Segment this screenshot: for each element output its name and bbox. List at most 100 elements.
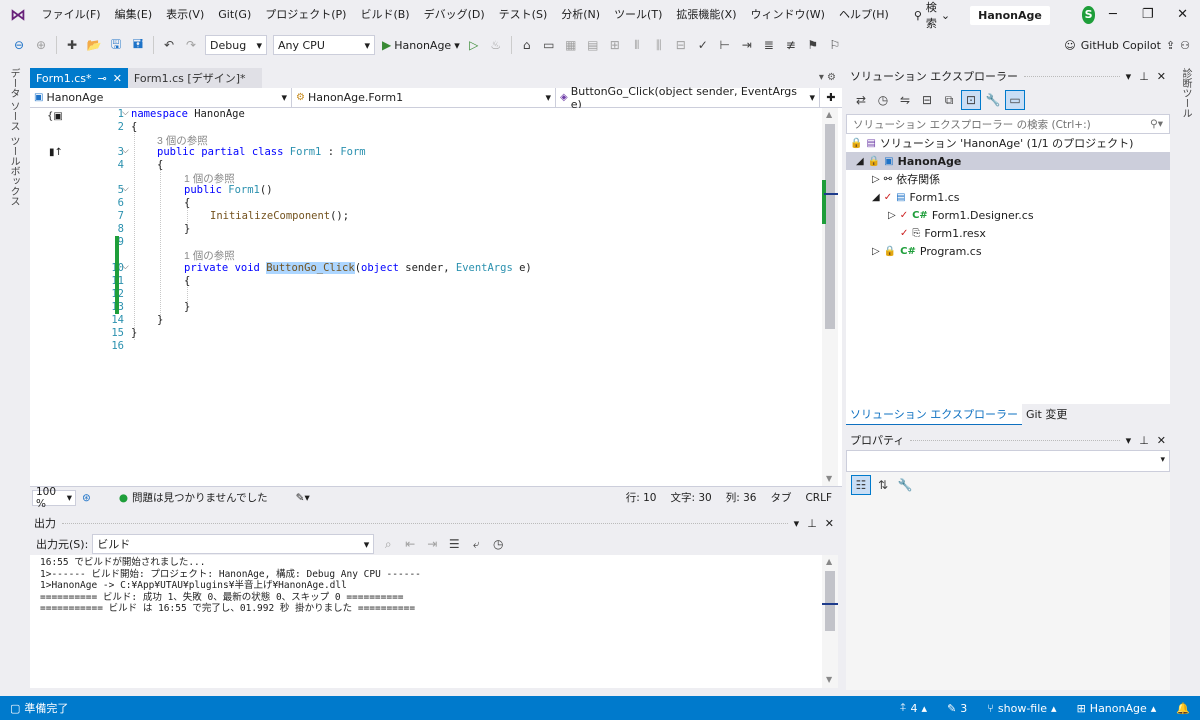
window-layout-icon[interactable]: ▭ — [539, 35, 559, 55]
alphabetical-icon[interactable]: ⇅ — [873, 475, 893, 495]
start-without-debugging-icon[interactable]: ▷ — [464, 35, 484, 55]
forward-icon[interactable]: ⊕ — [31, 35, 51, 55]
expanded-arrow-icon[interactable]: ◢ — [872, 192, 880, 203]
visual-studio-logo-icon[interactable]: ⋈ — [10, 6, 27, 24]
pin-icon[interactable]: ⊥ — [1139, 434, 1149, 447]
properties-object-select[interactable]: ▾ — [846, 450, 1170, 472]
align-icon[interactable]: ⫴ — [627, 35, 647, 55]
code-editor[interactable]: {▣ ▮↑ 1 2 3 4 5 6 7 8 9 10 11 12 13 14 1… — [30, 108, 842, 486]
menu-project[interactable]: プロジェクト(P) — [258, 0, 353, 30]
bookmark-next-icon[interactable]: ⚐ — [825, 35, 845, 55]
menu-view[interactable]: 表示(V) — [159, 0, 211, 30]
menu-git[interactable]: Git(G) — [211, 0, 258, 30]
restore-icon[interactable]: ❐ — [1130, 0, 1165, 30]
show-all-files-icon[interactable]: ⧉ — [939, 90, 959, 110]
toolbox-tab[interactable]: ツールボックス — [6, 136, 21, 206]
back-icon[interactable]: ⊖ — [9, 35, 29, 55]
class-nav-select[interactable]: ⚙ HanonAge.Form1 ▾ — [292, 88, 556, 107]
close-icon[interactable]: ✕ — [1157, 70, 1166, 83]
scrollbar-thumb[interactable] — [825, 124, 835, 329]
configuration-select[interactable]: Debug ▾ — [205, 35, 267, 55]
hot-reload-icon[interactable]: ♨ — [486, 35, 506, 55]
spacing-icon[interactable]: ⫼ — [649, 35, 669, 55]
next-message-icon[interactable]: ⇥ — [422, 534, 442, 554]
menu-debug[interactable]: デバッグ(D) — [417, 0, 492, 30]
designer-layout-icon[interactable]: ▦ — [561, 35, 581, 55]
redo-icon[interactable]: ↷ — [181, 35, 201, 55]
pin-icon[interactable]: ⊥ — [807, 517, 817, 530]
filter-icon[interactable]: ⊡ — [961, 90, 981, 110]
spell-check-icon[interactable]: ✓ — [693, 35, 713, 55]
close-icon[interactable]: ✕ — [825, 517, 834, 530]
expanded-arrow-icon[interactable]: ◢ — [856, 156, 864, 167]
find-message-icon[interactable]: ⌕ — [378, 534, 398, 554]
comment-icon[interactable]: ≣ — [759, 35, 779, 55]
properties-wrench-icon[interactable]: 🔧 — [983, 90, 1003, 110]
collapsed-arrow-icon[interactable]: ▷ — [872, 174, 880, 185]
line-indicator[interactable]: 行: 10 — [626, 490, 657, 505]
char-indicator[interactable]: 文字: 30 — [670, 490, 711, 505]
close-icon[interactable]: ✕ — [113, 72, 122, 85]
menu-window[interactable]: ウィンドウ(W) — [744, 0, 832, 30]
menu-edit[interactable]: 編集(E) — [108, 0, 160, 30]
close-icon[interactable]: ✕ — [1165, 0, 1200, 30]
menu-file[interactable]: ファイル(F) — [35, 0, 108, 30]
scroll-down-icon[interactable]: ▼ — [826, 675, 832, 684]
prev-message-icon[interactable]: ⇤ — [400, 534, 420, 554]
tree-item-form1-designer[interactable]: ▷ ✓ C# Form1.Designer.cs — [846, 206, 1170, 224]
open-folder-icon[interactable]: 📂 — [84, 35, 104, 55]
menu-help[interactable]: ヘルプ(H) — [832, 0, 896, 30]
scroll-up-icon[interactable]: ▲ — [826, 557, 832, 566]
scrollbar-thumb[interactable] — [825, 571, 835, 631]
output-source-select[interactable]: ビルド ▾ — [92, 534, 375, 554]
tab-indicator[interactable]: タブ — [770, 490, 791, 505]
chevron-down-icon[interactable]: ▾ — [1126, 70, 1132, 83]
output-log[interactable]: 16:55 でビルドが開始されました... 1>------ ビルド開始: プロジ… — [30, 555, 822, 688]
branch-indicator[interactable]: ⑂ show-file ▴ — [977, 702, 1066, 715]
editor-scrollbar[interactable]: ▲ ▼ — [822, 108, 838, 486]
sync-icon[interactable]: ⇋ — [895, 90, 915, 110]
start-debugging-button[interactable]: ▶ HanonAge ▾ — [382, 38, 460, 52]
collapse-icon[interactable]: ⌵ — [122, 262, 129, 272]
collapse-icon[interactable]: ⌵ — [122, 108, 129, 118]
data-sources-tab[interactable]: データ ソース — [6, 68, 21, 131]
collapsed-arrow-icon[interactable]: ▷ — [888, 210, 896, 221]
chevron-down-icon[interactable]: ▾ — [794, 517, 800, 530]
unpushed-commits-indicator[interactable]: ⍏ 4 ▴ — [890, 701, 937, 715]
member-nav-select[interactable]: ◈ ButtonGo_Click(object sender, EventArgs… — [556, 85, 820, 111]
collapse-icon[interactable]: ⌵ — [122, 184, 129, 194]
pending-changes-indicator[interactable]: ✎ 3 — [937, 702, 977, 715]
tab-git-changes[interactable]: Git 変更 — [1022, 404, 1071, 424]
save-icon[interactable]: 🖫 — [106, 35, 126, 55]
size-icon[interactable]: ⊟ — [671, 35, 691, 55]
menu-build[interactable]: ビルド(B) — [353, 0, 416, 30]
brush-icon[interactable]: ✎▾ — [296, 492, 310, 504]
tab-form1-cs[interactable]: Form1.cs* ⊸ ✕ — [30, 68, 128, 88]
collapsed-arrow-icon[interactable]: ▷ — [872, 246, 880, 257]
switch-views-icon[interactable]: ⇄ — [851, 90, 871, 110]
tree-item-form1-cs[interactable]: ◢ ✓ ▤ Form1.cs — [846, 188, 1170, 206]
notifications-icon[interactable]: 🔔 — [1166, 702, 1200, 715]
project-nav-select[interactable]: ▣ HanonAge ▾ — [30, 88, 292, 107]
preview-icon[interactable]: ▭ — [1005, 90, 1025, 110]
menu-analyze[interactable]: 分析(N) — [554, 0, 607, 30]
issues-indicator[interactable]: ● 問題は見つかりませんでした — [119, 490, 268, 505]
repository-indicator[interactable]: ⊞ HanonAge ▴ — [1067, 702, 1167, 715]
scroll-up-icon[interactable]: ▲ — [826, 110, 832, 119]
tree-item-dependencies[interactable]: ▷ ⚯ 依存関係 — [846, 170, 1170, 188]
code-cleanup-icon[interactable]: ⊛ — [82, 492, 91, 504]
menu-extensions[interactable]: 拡張機能(X) — [669, 0, 743, 30]
format-icon[interactable]: ⊢ — [715, 35, 735, 55]
github-copilot-button[interactable]: ☺ GitHub Copilot ⇪ ⚇ — [1064, 39, 1190, 52]
undo-icon[interactable]: ↶ — [159, 35, 179, 55]
tree-item-solution[interactable]: 🔒 ▤ ソリューション 'HanonAge' (1/1 のプロジェクト) — [846, 134, 1170, 152]
tree-item-program-cs[interactable]: ▷ 🔒 C# Program.cs — [846, 242, 1170, 260]
tab-overflow-icon[interactable]: ▾ ⚙ — [819, 68, 836, 88]
method-reference-count[interactable]: 1 個の参照 — [184, 248, 235, 263]
search-button[interactable]: ⚲ 検索 ⌄ — [906, 0, 958, 31]
tree-item-project[interactable]: ◢ 🔒 ▣ HanonAge — [846, 152, 1170, 170]
indent-icon[interactable]: ⇥ — [737, 35, 757, 55]
split-editor-icon[interactable]: ✚ — [820, 88, 842, 107]
chevron-down-icon[interactable]: ▾ — [1126, 434, 1132, 447]
column-indicator[interactable]: 列: 36 — [726, 490, 757, 505]
